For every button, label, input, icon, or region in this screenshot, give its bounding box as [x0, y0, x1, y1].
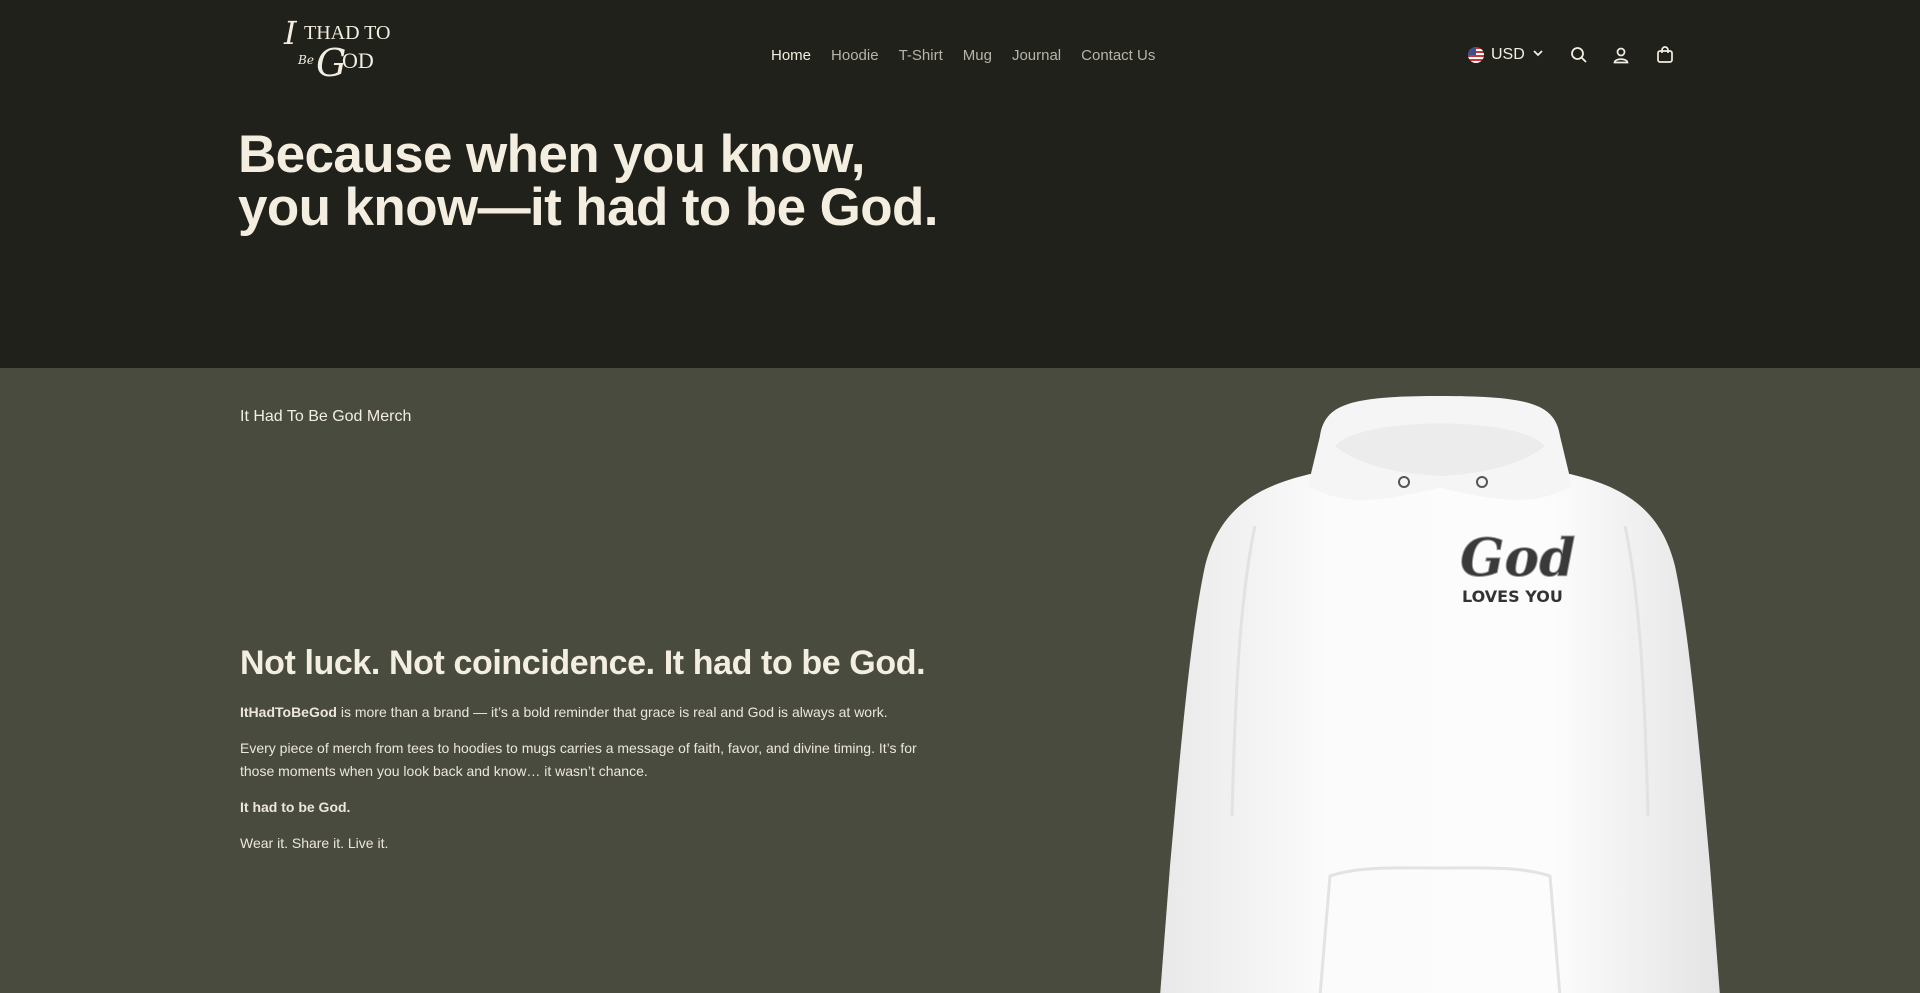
hero-title: Because when you know, you know—it had t… — [238, 128, 958, 234]
account-icon[interactable] — [1610, 44, 1632, 66]
about-paragraph-1-text: is more than a brand — it’s a bold remin… — [336, 704, 888, 720]
about-content: Not luck. Not coincidence. It had to be … — [240, 643, 926, 868]
about-paragraph-2: Every piece of merch from tees to hoodie… — [240, 740, 917, 779]
svg-text:Be: Be — [297, 53, 314, 67]
nav-hoodie[interactable]: Hoodie — [831, 47, 879, 64]
search-icon[interactable] — [1568, 44, 1590, 66]
nav-mug[interactable]: Mug — [963, 47, 992, 64]
site-header: I THAD TO Be G OD Home Hoodie T-Shirt Mu… — [0, 0, 1920, 110]
nav-t-shirt[interactable]: T-Shirt — [899, 47, 943, 64]
hoodie-print-loves-you: LOVES YOU — [1462, 587, 1563, 606]
us-flag-icon — [1468, 47, 1484, 63]
brand-logo-mark: I THAD TO Be G OD — [283, 14, 390, 85]
brand-logo[interactable]: I THAD TO Be G OD — [282, 14, 404, 86]
header-utilities: USD — [1468, 42, 1676, 68]
about-tagline: It had to be God. — [240, 799, 351, 815]
main-nav: Home Hoodie T-Shirt Mug Journal Contact … — [771, 44, 1155, 66]
currency-label: USD — [1491, 46, 1525, 63]
section-eyebrow: It Had To Be God Merch — [240, 408, 412, 425]
currency-selector[interactable]: USD — [1468, 46, 1544, 64]
nav-journal[interactable]: Journal — [1012, 47, 1061, 64]
svg-text:I: I — [283, 14, 298, 52]
about-heading: Not luck. Not coincidence. It had to be … — [240, 644, 926, 682]
hero-title-line-2: you know—it had to be God. — [238, 178, 938, 237]
svg-text:OD: OD — [342, 48, 374, 73]
hoodie-print-god: God — [1460, 528, 1575, 589]
about-paragraph-3: It had to be God. — [240, 796, 920, 819]
about-paragraph-1: ItHadToBeGod is more than a brand — it’s… — [240, 701, 920, 724]
cart-icon[interactable] — [1654, 44, 1676, 66]
hero-title-line-1: Because when you know, — [238, 125, 865, 184]
chevron-down-icon — [1532, 46, 1544, 64]
about-paragraph-4: Wear it. Share it. Live it. — [240, 835, 389, 851]
brand-name: ItHadToBeGod — [240, 704, 337, 720]
nav-home[interactable]: Home — [771, 47, 811, 64]
nav-contact-us[interactable]: Contact Us — [1081, 47, 1155, 64]
hoodie-product-image: God LOVES YOU — [1160, 396, 1720, 993]
about-section: It Had To Be God Merch Not luck. Not coi… — [0, 368, 1920, 993]
